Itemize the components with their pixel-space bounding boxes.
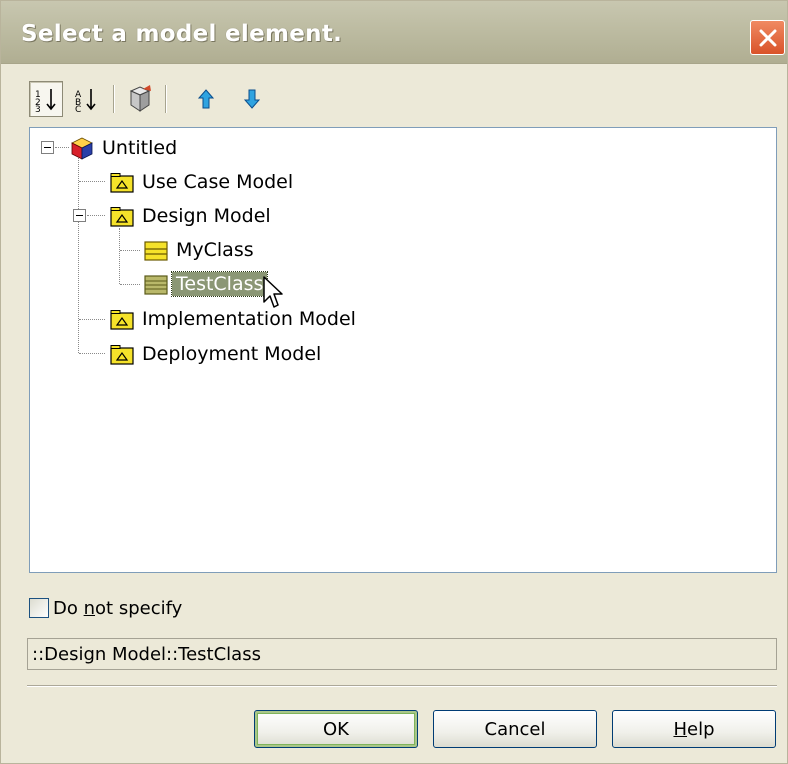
tree-node-label: Untitled xyxy=(102,137,178,159)
package-icon xyxy=(110,345,134,365)
tree-connector xyxy=(78,158,79,353)
tree-connector xyxy=(55,147,69,148)
model-cube-icon xyxy=(71,137,93,160)
svg-text:3: 3 xyxy=(35,105,41,112)
move-down-button[interactable] xyxy=(235,81,269,117)
tree-connector xyxy=(119,228,120,284)
sort-by-type-icon: 1 2 3 xyxy=(35,89,56,112)
filter-icon xyxy=(129,85,151,112)
tree-node-label: MyClass xyxy=(176,239,254,261)
toolbar-separator xyxy=(113,85,115,113)
design-model-collapse-toggle[interactable] xyxy=(73,209,86,222)
help-button[interactable]: Help xyxy=(612,710,776,748)
tree-node-myclass[interactable]: MyClass xyxy=(144,235,258,265)
tree-connector xyxy=(120,250,140,251)
move-down-icon xyxy=(243,89,261,109)
class-icon xyxy=(144,241,168,261)
do-not-specify-checkbox[interactable] xyxy=(29,598,49,618)
close-button[interactable] xyxy=(750,20,785,55)
class-icon xyxy=(144,275,168,295)
sort-by-type-button[interactable]: 1 2 3 xyxy=(29,81,63,117)
tree-node-design-model[interactable]: Design Model xyxy=(110,201,275,231)
tree-node-label: TestClass xyxy=(170,271,269,297)
filter-button[interactable] xyxy=(123,81,157,117)
move-up-button[interactable] xyxy=(189,81,223,117)
tree-connector xyxy=(79,353,105,354)
title-bar[interactable]: Select a model element. xyxy=(1,1,787,64)
do-not-specify-row[interactable]: Do not specify xyxy=(29,595,182,621)
tree-node-deployment-model[interactable]: Deployment Model xyxy=(110,339,325,369)
tree-connector xyxy=(87,215,105,216)
sort-alphabetical-icon: A B C xyxy=(75,89,96,112)
do-not-specify-label: Do not specify xyxy=(53,597,183,619)
toolbar-separator-2 xyxy=(165,85,167,113)
mouse-pointer-icon xyxy=(263,276,283,308)
move-up-icon xyxy=(197,89,215,109)
tree-connector xyxy=(79,319,105,320)
tree-node-use-case-model[interactable]: Use Case Model xyxy=(110,167,297,197)
tree-node-testclass[interactable]: TestClass xyxy=(144,269,269,299)
svg-text:C: C xyxy=(75,105,81,112)
tree-node-label: Use Case Model xyxy=(142,171,294,193)
tree-node-label: Design Model xyxy=(142,205,271,227)
tree-connector xyxy=(120,284,140,285)
tree-node-implementation-model[interactable]: Implementation Model xyxy=(110,304,360,334)
select-model-element-dialog: Select a model element. 1 2 3 A B C Unti… xyxy=(0,0,788,764)
tree-node-label: Implementation Model xyxy=(142,308,356,330)
selected-path-field: ::Design Model::TestClass xyxy=(27,638,777,670)
toolbar: 1 2 3 A B C xyxy=(29,81,289,121)
sort-alphabetical-button[interactable]: A B C xyxy=(69,81,103,117)
cancel-button[interactable]: Cancel xyxy=(433,710,597,748)
tree-node-label: Deployment Model xyxy=(142,343,322,365)
package-icon xyxy=(110,207,134,227)
divider xyxy=(27,685,777,687)
tree-node-root[interactable]: Untitled xyxy=(70,133,181,163)
tree-connector xyxy=(79,181,105,182)
ok-button[interactable]: OK xyxy=(254,710,418,748)
root-collapse-toggle[interactable] xyxy=(41,141,54,154)
close-icon xyxy=(759,29,777,47)
dialog-title: Select a model element. xyxy=(21,21,343,47)
model-tree[interactable]: Untitled Use Case Model Design Model MyC… xyxy=(29,127,777,573)
package-icon xyxy=(110,173,134,193)
package-icon xyxy=(110,310,134,330)
